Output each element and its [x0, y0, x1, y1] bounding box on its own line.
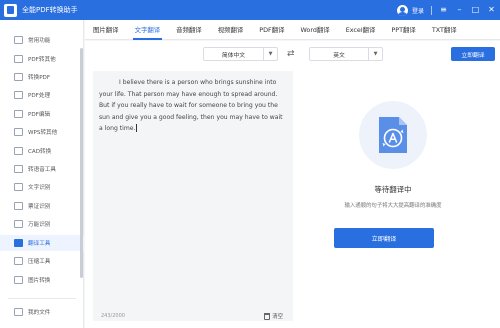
pdf-edit-icon	[14, 110, 23, 118]
chevron-down-icon: ▼	[263, 48, 277, 60]
waiting-tip: 输入通顺的句子将大大提高翻译的准确度	[344, 203, 442, 209]
scan-icon	[14, 220, 23, 228]
clear-label: 清空	[272, 314, 283, 320]
close-icon[interactable]: ✕	[487, 6, 496, 15]
tab-audio-translate[interactable]: 音频翻译	[168, 20, 210, 40]
sidebar-item-image[interactable]: 图片转换	[0, 272, 84, 288]
sidebar-item-to-pdf[interactable]: 转换PDF	[0, 69, 84, 85]
sidebar-item-label: 压缩工具	[28, 259, 51, 265]
sidebar-item-label: 翻译工具	[28, 241, 51, 247]
tab-video-translate[interactable]: 视频翻译	[210, 20, 252, 40]
sidebar-item-label: 转换PDF	[28, 75, 51, 81]
trash-icon	[264, 312, 271, 320]
tab-txt-translate[interactable]: TXT翻译	[424, 20, 465, 40]
sidebar-item-label: 转语音工具	[28, 167, 56, 173]
tab-pdf-translate[interactable]: PDF翻译	[251, 20, 292, 40]
char-count: 243/2000	[101, 313, 125, 319]
sidebar-item-label: 万能识别	[28, 222, 51, 228]
sidebar-item-label: 常用功能	[28, 38, 51, 44]
source-text-content[interactable]: I believe there is a person who brings s…	[99, 77, 288, 135]
wps-icon	[14, 128, 23, 136]
sidebar-item-label: 文字识别	[28, 185, 51, 191]
target-language-value: 英文	[333, 52, 345, 59]
ticket-icon	[14, 202, 23, 210]
user-avatar-icon[interactable]	[396, 4, 408, 16]
text-caret	[136, 124, 138, 132]
menu-icon[interactable]: ≡	[439, 6, 448, 15]
title-separator	[431, 5, 432, 15]
sidebar-item-ocr[interactable]: 文字识别	[0, 179, 84, 195]
sidebar-item-wps[interactable]: WPS转其他	[0, 124, 84, 140]
sidebar-item-universal-scan[interactable]: 万能识别	[0, 216, 84, 232]
tab-text-translate[interactable]: 文字翻译	[127, 20, 169, 40]
tab-excel-translate[interactable]: Excel翻译	[338, 20, 384, 40]
sidebar-item-pdf-to-other[interactable]: PDF转其他	[0, 51, 84, 67]
source-language-select[interactable]: 简体中文 ▼	[203, 47, 278, 61]
source-text-area[interactable]: I believe there is a person who brings s…	[93, 71, 293, 321]
waiting-title: 等待翻译中	[374, 185, 412, 194]
sidebar-item-label: CAD转换	[28, 149, 52, 155]
sidebar-item-my-files[interactable]: 我的文件	[0, 304, 84, 320]
app-logo-icon	[4, 3, 17, 17]
sidebar: 常用功能 PDF转其他 转换PDF PDF处理 PDF编辑 WPS转其他 CAD…	[0, 20, 84, 328]
app-title: 全能PDF转换助手	[22, 6, 78, 14]
sidebar-item-label: 图片转换	[28, 278, 51, 284]
maximize-icon[interactable]: □	[471, 6, 480, 15]
translate-now-button[interactable]: 立即翻译	[334, 228, 434, 248]
sidebar-divider	[8, 298, 76, 299]
sidebar-item-label: 我的文件	[28, 310, 51, 316]
chevron-down-icon: ▼	[368, 48, 382, 60]
star-icon	[14, 36, 23, 44]
to-pdf-icon	[14, 73, 23, 81]
source-text: I believe there is a person who brings s…	[99, 79, 283, 132]
sidebar-item-label: PDF转其他	[28, 57, 56, 63]
pdf-export-icon	[14, 55, 23, 63]
translate-doc-icon	[359, 101, 427, 169]
sidebar-item-label: PDF编辑	[28, 112, 51, 118]
compress-icon	[14, 257, 23, 265]
sidebar-item-label: WPS转其他	[28, 130, 58, 136]
target-language-select[interactable]: 英文 ▼	[309, 47, 383, 61]
tab-ppt-translate[interactable]: PPT翻译	[383, 20, 423, 40]
sidebar-item-pdf-process[interactable]: PDF处理	[0, 87, 84, 103]
sidebar-item-pdf-edit[interactable]: PDF编辑	[0, 106, 84, 122]
source-language-value: 简体中文	[221, 52, 246, 59]
translate-now-button-top[interactable]: 立即翻译	[451, 47, 495, 61]
title-bar: 全能PDF转换助手 登录 ≡ – □ ✕	[0, 0, 500, 20]
swap-languages-icon[interactable]: ⇄	[287, 48, 295, 60]
folder-icon	[14, 308, 23, 316]
sidebar-item-label: 票证识别	[28, 204, 51, 210]
cad-icon	[14, 147, 23, 155]
tab-image-translate[interactable]: 图片翻译	[85, 20, 127, 40]
minimize-icon[interactable]: –	[455, 6, 464, 15]
sidebar-item-cad[interactable]: CAD转换	[0, 143, 84, 159]
image-icon	[14, 276, 23, 284]
pdf-process-icon	[14, 91, 23, 99]
ocr-icon	[14, 183, 23, 191]
login-link[interactable]: 登录	[412, 6, 424, 15]
sidebar-item-voice[interactable]: 转语音工具	[0, 161, 84, 177]
translate-tabs: 图片翻译 文字翻译 音频翻译 视频翻译 PDF翻译 Word翻译 Excel翻译…	[85, 20, 500, 40]
sidebar-item-ticket[interactable]: 票证识别	[0, 198, 84, 214]
result-empty-state: 等待翻译中 输入通顺的句子将大大提高翻译的准确度 立即翻译	[293, 71, 500, 321]
sidebar-item-common[interactable]: 常用功能	[0, 32, 84, 48]
sidebar-item-compress[interactable]: 压缩工具	[0, 253, 84, 269]
sidebar-scrollbar[interactable]	[80, 48, 83, 278]
sidebar-item-label: PDF处理	[28, 93, 51, 99]
translate-icon	[14, 239, 23, 247]
clear-button[interactable]: 清空	[264, 312, 283, 320]
text-translate-panel: 简体中文 ▼ ⇄ 英文 ▼ 立即翻译 I believe there is a …	[85, 41, 500, 328]
tab-word-translate[interactable]: Word翻译	[292, 20, 337, 40]
voice-icon	[14, 165, 23, 173]
sidebar-item-translate[interactable]: 翻译工具	[0, 235, 84, 251]
